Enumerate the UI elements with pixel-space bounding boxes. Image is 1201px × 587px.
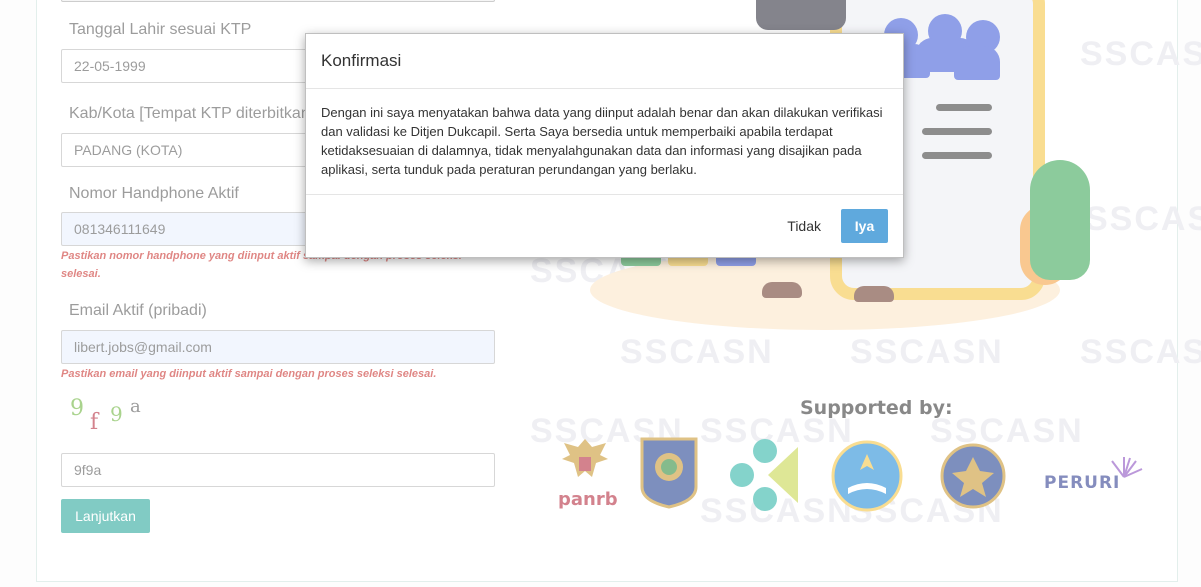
dialog-title: Konfirmasi — [321, 51, 402, 70]
cancel-button[interactable]: Tidak — [783, 210, 825, 242]
confirm-button[interactable]: Iya — [841, 209, 888, 243]
dialog-body: Dengan ini saya menyatakan bahwa data ya… — [306, 89, 903, 195]
dialog-message: Dengan ini saya menyatakan bahwa data ya… — [321, 105, 883, 177]
dialog-header: Konfirmasi — [306, 34, 903, 89]
dialog-footer: Tidak Iya — [783, 209, 888, 243]
confirmation-dialog: Konfirmasi Dengan ini saya menyatakan ba… — [305, 33, 904, 258]
